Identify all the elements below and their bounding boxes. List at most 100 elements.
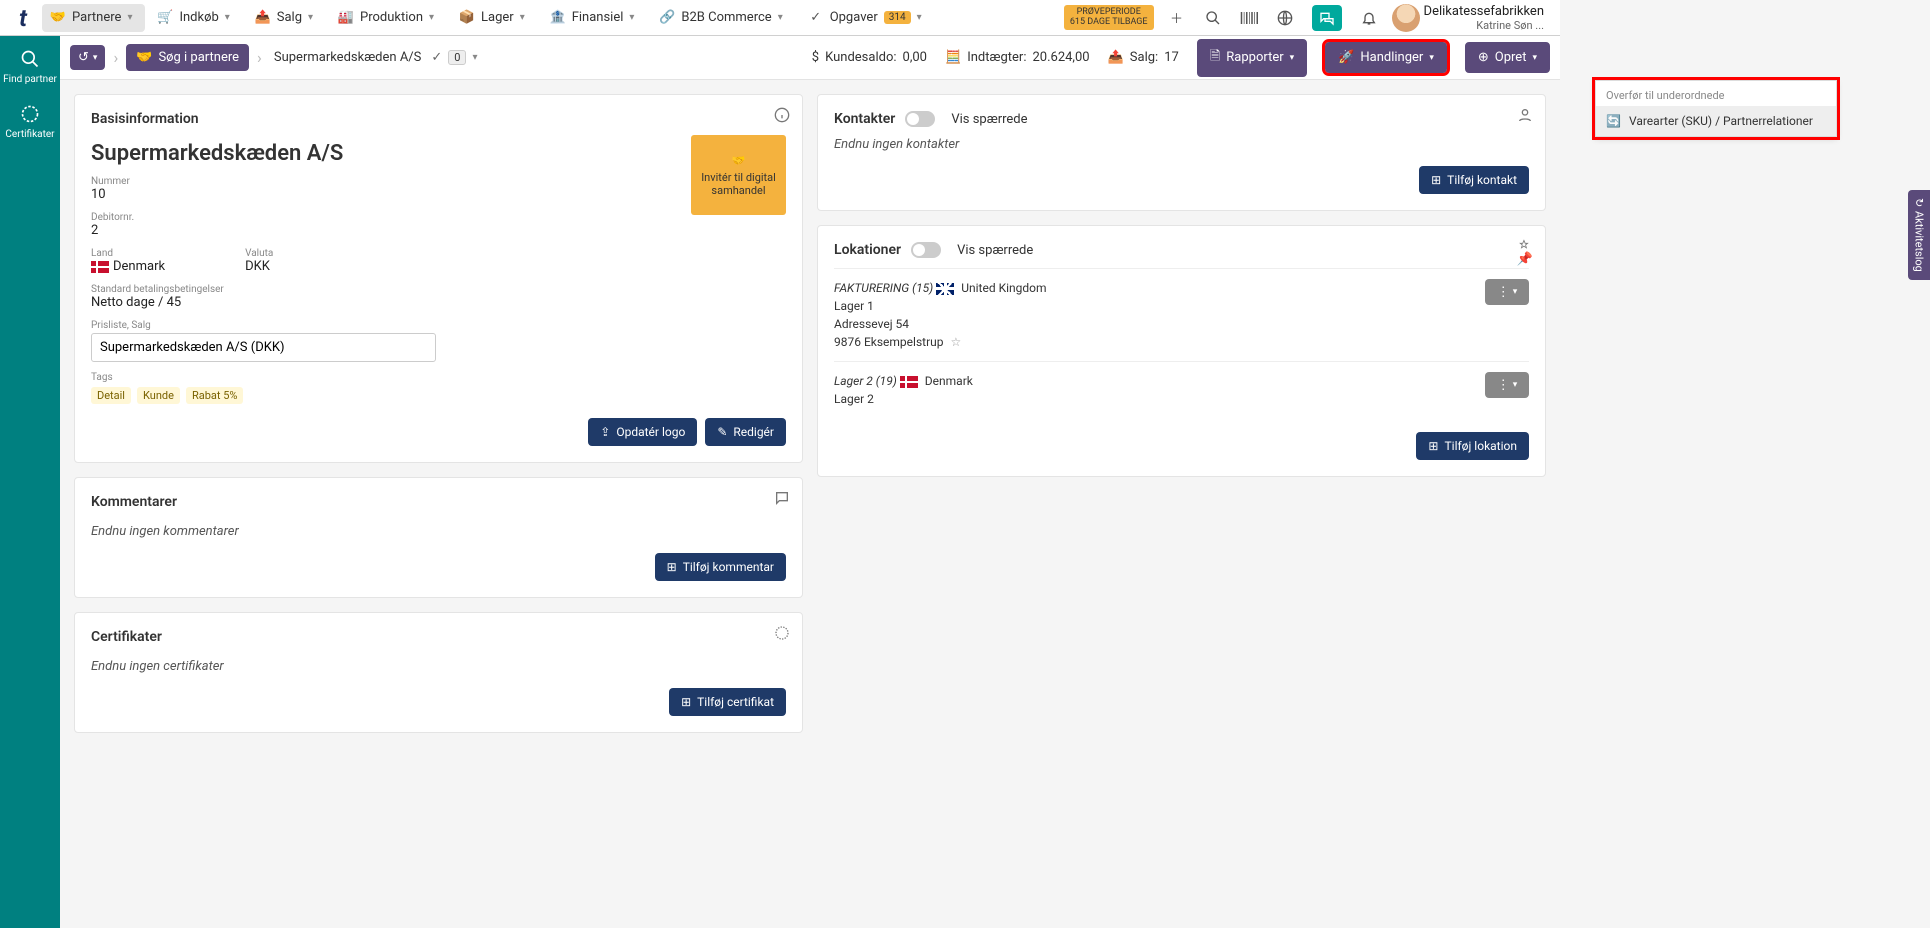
- invite-button[interactable]: 🤝 Invitér til digital samhandel: [691, 135, 786, 215]
- nav-purchase[interactable]: 🛒 Indkøb ▾: [149, 4, 242, 32]
- rail-find-partner[interactable]: Find partner: [3, 48, 57, 85]
- country-value: Denmark: [91, 259, 165, 274]
- comment-icon[interactable]: [774, 490, 790, 506]
- nav-warehouse[interactable]: 📦 Lager ▾: [451, 4, 538, 32]
- tag[interactable]: Kunde: [137, 387, 180, 404]
- tag[interactable]: Rabat 5%: [186, 387, 244, 404]
- company-user-box[interactable]: Delikatessefabrikken Katrine Søn ...: [1424, 4, 1552, 32]
- history-icon: ↺: [78, 50, 89, 65]
- number-value: 10: [91, 187, 786, 202]
- empty-text: Endnu ingen certifikater: [91, 659, 786, 674]
- globe-icon[interactable]: [1276, 9, 1294, 27]
- debtor-label: Debitornr.: [91, 212, 786, 223]
- add-location-button[interactable]: ⊞ Tilføj lokation: [1416, 432, 1529, 460]
- location-country: United Kingdom: [961, 281, 1046, 295]
- card-title: Kommentarer: [91, 494, 786, 510]
- person-icon[interactable]: [1517, 107, 1533, 123]
- btn-label: Handlinger: [1360, 50, 1423, 65]
- nav-partners[interactable]: 🤝 Partnere ▾: [42, 4, 145, 32]
- location-row: Lager 2 (19) Denmark Lager 2 ⋮ ▾: [834, 361, 1529, 418]
- nav-label: Opgaver: [830, 10, 878, 25]
- add-certificate-button[interactable]: ⊞ Tilføj certifikat: [669, 688, 786, 716]
- card-title: Lokationer: [834, 242, 901, 258]
- edit-button[interactable]: ✎ Redigér: [705, 418, 786, 446]
- actions-button[interactable]: 🚀 Handlinger ▾: [1325, 42, 1447, 73]
- location-name: Lager 2: [834, 392, 874, 406]
- nav-tasks[interactable]: ✓ Opgaver 314 ▾: [800, 4, 935, 32]
- bell-icon[interactable]: [1360, 9, 1378, 27]
- caret-down-icon: ▾: [1290, 53, 1295, 63]
- upload-icon: ⇪: [600, 425, 610, 439]
- company-name: Delikatessefabrikken: [1424, 4, 1544, 19]
- card-title: Basisinformation: [91, 111, 786, 127]
- certificate-icon[interactable]: [774, 625, 790, 641]
- task-count-badge: 314: [884, 11, 911, 24]
- kpi-group: $ Kundesaldo: 0,00 🧮 Indtægter: 20.624,0…: [812, 39, 1550, 77]
- payment-value: Netto dage / 45: [91, 295, 786, 310]
- btn-label: Tilføj certifikat: [697, 695, 774, 709]
- trial-badge[interactable]: PRØVEPERIODE 615 DAGE TILBAGE: [1064, 5, 1154, 31]
- rail-certificates[interactable]: Certifikater: [5, 103, 54, 140]
- add-contact-button[interactable]: ⊞ Tilføj kontakt: [1419, 166, 1529, 194]
- location-menu-button[interactable]: ⋮ ▾: [1485, 279, 1529, 305]
- nav-sales[interactable]: 📤 Salg ▾: [247, 4, 326, 32]
- history-button[interactable]: ↺ ▾: [70, 45, 105, 70]
- card-title: Certifikater: [91, 629, 786, 645]
- currency-value: DKK: [245, 259, 273, 274]
- location-menu-button[interactable]: ⋮ ▾: [1485, 372, 1529, 398]
- kpi-label: Salg:: [1130, 50, 1158, 65]
- create-button[interactable]: ⊕ Opret ▾: [1465, 42, 1550, 73]
- plus-icon: ⊞: [667, 560, 677, 574]
- handshake-icon: 🤝: [732, 154, 746, 167]
- chat-icon[interactable]: [1312, 5, 1342, 31]
- nav-label: Salg: [277, 10, 302, 25]
- nav-finance[interactable]: 🏦 Finansiel ▾: [542, 4, 648, 32]
- search-partners-crumb[interactable]: 🤝 Søg i partnere: [126, 44, 249, 71]
- plus-icon[interactable]: ＋: [1168, 9, 1186, 27]
- nav-label: Partnere: [72, 10, 121, 25]
- plus-circle-icon: ⊕: [1478, 50, 1489, 65]
- pricelist-input[interactable]: [91, 333, 436, 362]
- pin-icon[interactable]: 📌: [1517, 238, 1533, 267]
- chevron-down-icon[interactable]: ▾: [472, 52, 482, 63]
- barcode-icon[interactable]: [1240, 9, 1258, 27]
- location-addr1: Adressevej 54: [834, 317, 909, 331]
- chevron-down-icon: ▾: [520, 12, 530, 23]
- chevron-down-icon: ▾: [917, 12, 927, 23]
- avatar[interactable]: [1392, 4, 1420, 32]
- location-name: Lager 1: [834, 299, 874, 313]
- add-comment-button[interactable]: ⊞ Tilføj kommentar: [655, 553, 786, 581]
- calculator-icon: 🧮: [945, 50, 961, 65]
- location-country: Denmark: [925, 374, 973, 388]
- bank-icon: 🏦: [550, 10, 566, 26]
- dropdown-item-sku[interactable]: 🔄 Varearter (SKU) / Partnerrelationer: [1596, 106, 1836, 136]
- btn-label: Redigér: [733, 425, 774, 439]
- blocked-toggle[interactable]: [911, 242, 941, 258]
- factory-icon: 🏭: [338, 10, 354, 26]
- rail-label: Find partner: [3, 74, 57, 85]
- search-icon[interactable]: [1204, 9, 1222, 27]
- nav-b2b[interactable]: 🔗 B2B Commerce ▾: [651, 4, 795, 32]
- activity-log-tab[interactable]: ↻ Aktivitetslog: [1908, 190, 1930, 280]
- chevron-down-icon: ▾: [429, 12, 439, 23]
- reports-button[interactable]: 🗎 Rapporter ▾: [1197, 39, 1307, 77]
- nav-label: Indkøb: [179, 10, 218, 25]
- update-logo-button[interactable]: ⇪ Opdatér logo: [588, 418, 697, 446]
- partner-name-crumb[interactable]: Supermarkedskæden A/S: [270, 44, 426, 71]
- breadcrumb-sep: ›: [111, 48, 120, 67]
- app-logo[interactable]: t: [8, 3, 38, 33]
- dots-icon: ⋮: [1497, 378, 1510, 393]
- info-icon[interactable]: [774, 107, 790, 123]
- star-icon[interactable]: ☆: [950, 335, 961, 349]
- tag[interactable]: Detail: [91, 387, 131, 404]
- location-title: Lager 2 (19): [834, 374, 897, 388]
- kpi-value: 17: [1164, 50, 1179, 65]
- check-icon: ✓: [808, 10, 824, 26]
- nav-production[interactable]: 🏭 Produktion ▾: [330, 4, 447, 32]
- nav-label: B2B Commerce: [681, 10, 771, 25]
- nav-label: Finansiel: [572, 10, 624, 25]
- btn-label: Tilføj kommentar: [683, 560, 774, 574]
- partner-company-name: Supermarkedskæden A/S: [91, 141, 786, 166]
- blocked-toggle[interactable]: [905, 111, 935, 127]
- comments-card: Kommentarer Endnu ingen kommentarer ⊞ Ti…: [74, 477, 803, 598]
